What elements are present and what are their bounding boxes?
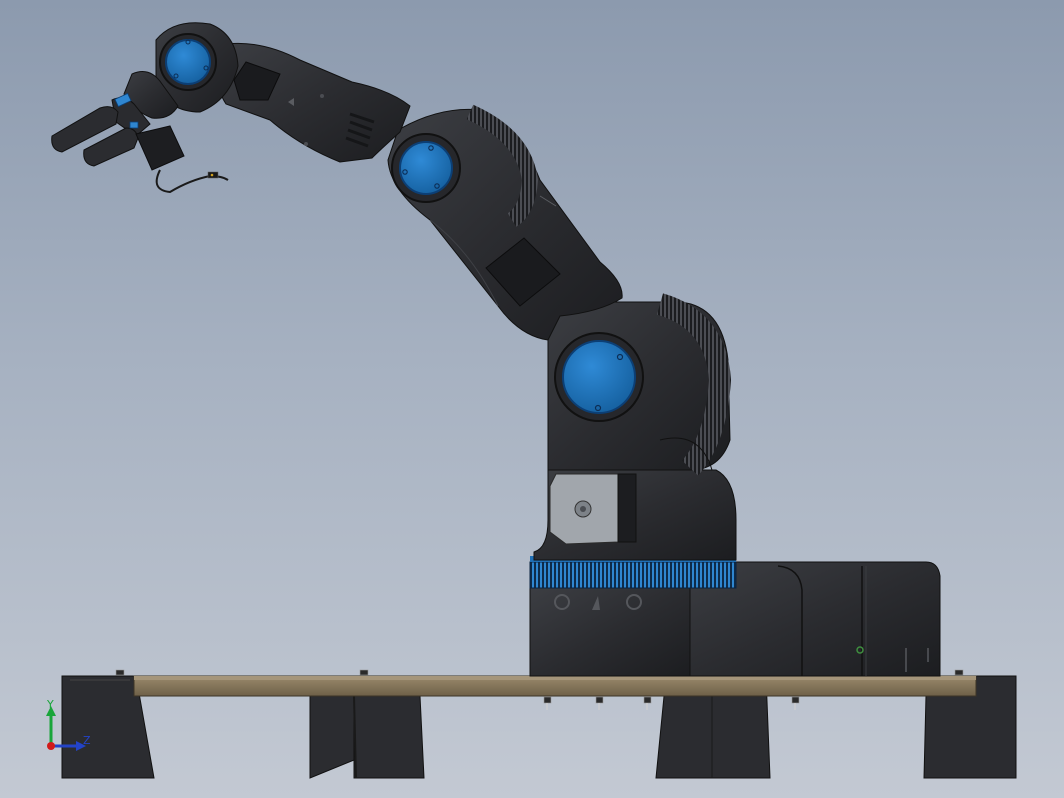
stepper-motor[interactable] <box>549 473 637 545</box>
base-gear-ring <box>529 561 737 589</box>
coordinate-triad[interactable]: Y Z <box>40 698 100 758</box>
elbow-joint[interactable] <box>391 133 461 203</box>
wrist-joint-cap <box>165 39 211 85</box>
cad-viewport[interactable]: Y Z <box>0 0 1064 798</box>
triad-y-label: Y <box>47 698 54 711</box>
table-leg-2[interactable] <box>309 695 425 779</box>
forearm[interactable] <box>217 42 411 163</box>
shoulder-joint[interactable] <box>547 293 732 476</box>
shoulder-joint-cap <box>562 340 636 414</box>
robot-arm-model[interactable] <box>0 0 1064 798</box>
triad-origin <box>47 742 55 750</box>
gripper-servo <box>135 125 185 171</box>
elbow-joint-cap <box>399 141 453 195</box>
triad-z-label: Z <box>83 734 91 747</box>
